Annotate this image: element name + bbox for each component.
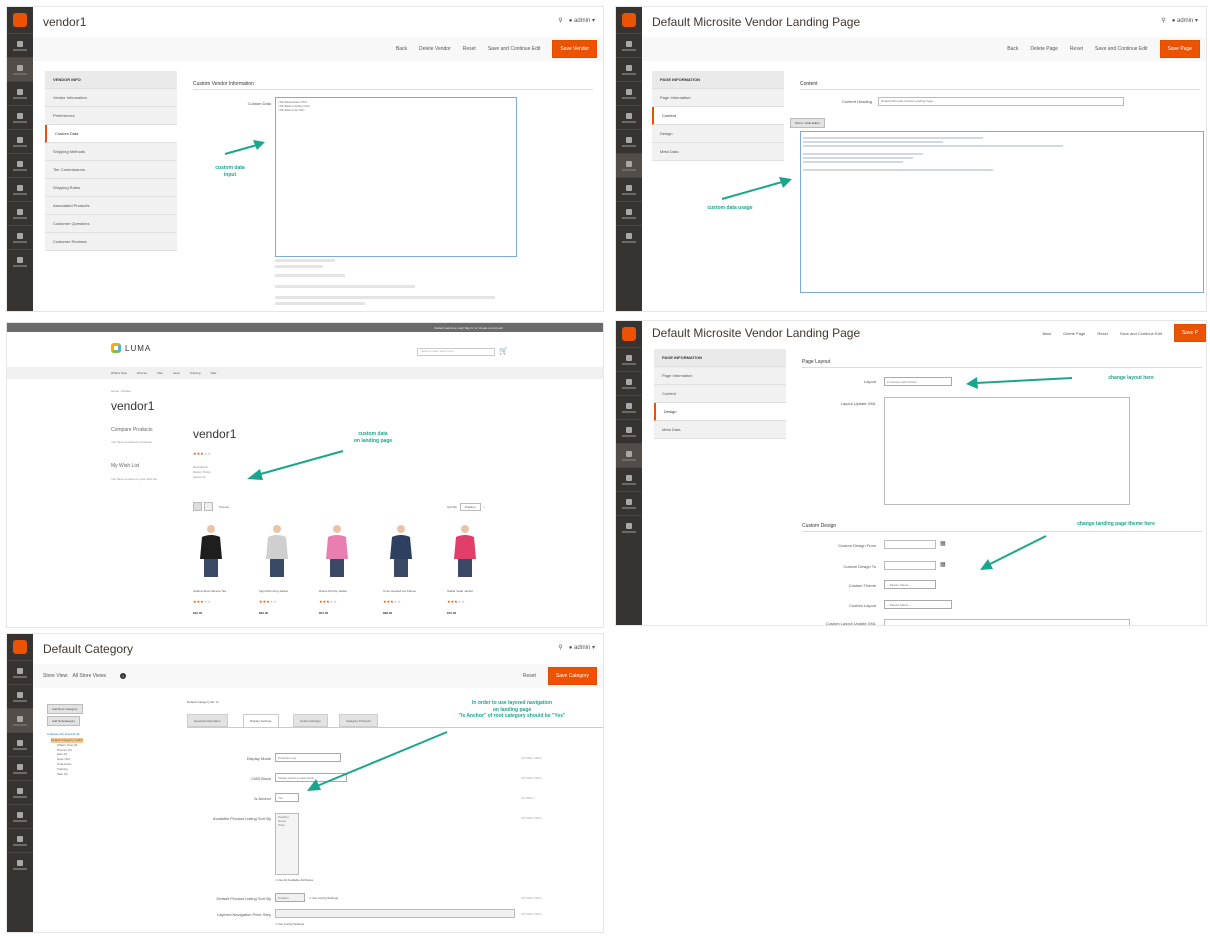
annotation-arrow-icon <box>224 140 265 155</box>
panel-luma-storefront: Default welcome msg! Sign In or Create a… <box>6 322 604 628</box>
annotation-arrow-icon <box>247 450 344 480</box>
panel-landing-design: Default Microsite Vendor Landing Page Ba… <box>615 320 1207 626</box>
panel-vendor-edit: vendor1 ⚲ ● admin ▾ Back Delete Vendor Re… <box>6 6 604 312</box>
panel-landing-content: Default Microsite Vendor Landing Page ⚲ ●… <box>615 6 1207 312</box>
annotation-arrow-icon <box>721 177 792 200</box>
annotation-arrow-icon <box>307 731 448 791</box>
annotation-arrow-icon <box>966 377 1073 570</box>
panel-category-edit: Default Category ⚲ ● admin ▾ Store View: … <box>6 633 604 933</box>
